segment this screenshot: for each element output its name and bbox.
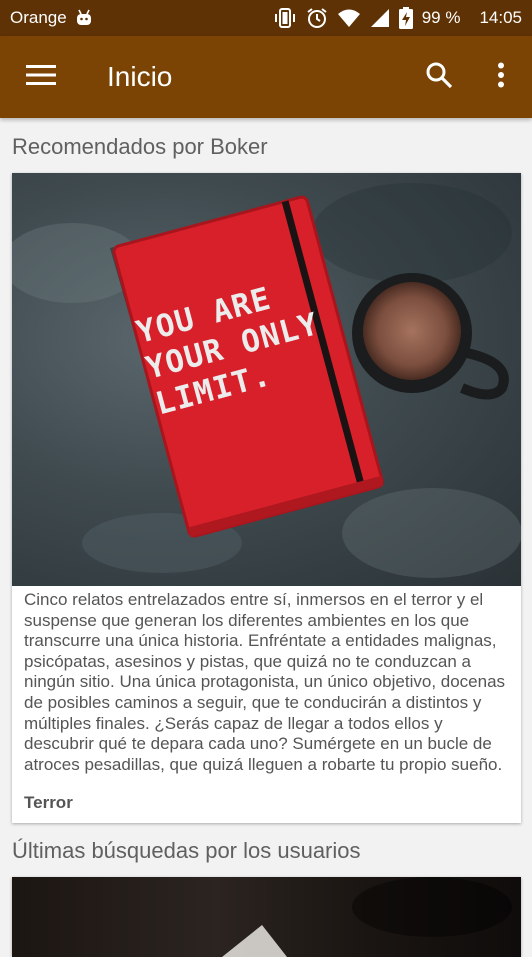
search-icon [425, 61, 453, 94]
menu-icon [26, 64, 56, 91]
menu-button[interactable] [0, 36, 82, 118]
more-options-button[interactable] [470, 36, 532, 118]
status-bar: Orange 99 % 14:05 [0, 0, 532, 36]
cell-signal-icon [370, 8, 390, 28]
alarm-icon [306, 7, 328, 29]
recent-search-photo [12, 877, 521, 957]
battery-charging-icon [398, 7, 413, 29]
android-icon [75, 9, 93, 27]
section-heading-recent-searches: Últimas búsquedas por los usuarios [12, 838, 361, 863]
more-vert-icon [497, 62, 505, 93]
battery-percent: 99 % [421, 8, 461, 27]
section-heading-recommended: Recomendados por Boker [12, 134, 268, 159]
recent-search-card[interactable] [12, 877, 521, 957]
book-genre: Terror [24, 793, 73, 812]
app-bar: Inicio [0, 36, 532, 118]
book-cover-photo: YOU ARE YOUR ONLY LIMIT. [12, 173, 521, 586]
book-description: Cinco relatos entrelazados entre sí, inm… [24, 590, 506, 774]
book-card[interactable]: YOU ARE YOUR ONLY LIMIT. Cinco relatos e… [12, 173, 521, 823]
page-title: Inicio [107, 61, 173, 92]
search-button[interactable] [408, 36, 470, 118]
carrier-name: Orange [10, 8, 67, 27]
wifi-icon [337, 8, 361, 28]
vibrate-icon [273, 8, 297, 28]
clock: 14:05 [479, 8, 522, 27]
